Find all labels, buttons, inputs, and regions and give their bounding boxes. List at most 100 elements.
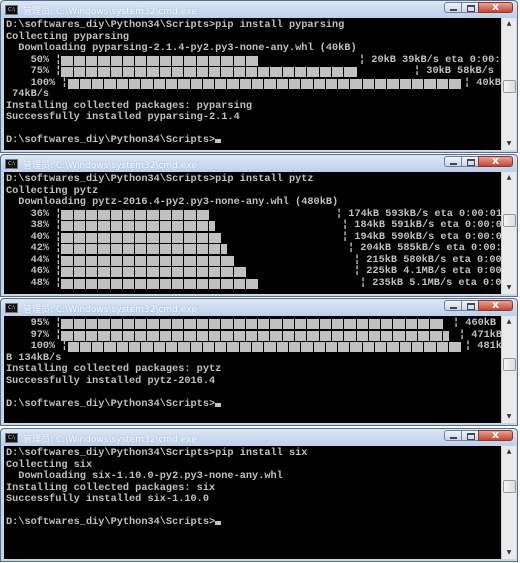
scroll-up-arrow-icon[interactable]: ▲ (502, 172, 516, 184)
block-separator (109, 244, 111, 254)
block-separator (232, 278, 234, 289)
progress-stats: ¦ 225kB 4.1MB/s eta 0:00 (354, 265, 501, 277)
scrollbar-thumb[interactable] (503, 358, 516, 371)
block-separator (128, 342, 129, 352)
block-separator (128, 78, 129, 89)
scroll-down-arrow-icon[interactable]: ▼ (502, 282, 516, 294)
block-separator (195, 255, 197, 266)
vertical-scrollbar[interactable]: ▲ ▼ (501, 446, 516, 559)
close-button[interactable] (478, 0, 513, 13)
block-separator (103, 78, 105, 89)
line-text: D:\softwares_diy\Python34\Scripts>pip in… (6, 19, 345, 31)
block-separator (171, 267, 173, 277)
progress-line: 38% ¦ ¦ 184kB 591kB/s eta 0:00:0 (6, 219, 501, 232)
scroll-up-arrow-icon[interactable]: ▲ (502, 18, 516, 30)
scrollbar-thumb[interactable] (503, 214, 516, 227)
progress-percent: 42% ¦ (6, 242, 62, 254)
console-output[interactable]: D:\softwares_diy\Python34\Scripts>pip in… (4, 18, 501, 150)
cmd-window: C:\ 管理员: C:\Windows\system32\cmd.exe D:\so… (0, 0, 518, 153)
block-separator (281, 330, 283, 341)
scrollbar-thumb[interactable] (503, 80, 516, 93)
console-output[interactable]: 95% ¦ ¦ 460kB 97% ¦ ¦ 471kB 100% ¦ ¦ 481k B … (4, 316, 501, 423)
line-text: Collecting pyparsing (6, 30, 130, 43)
title-bar[interactable]: C:\ 管理员: C:\Windows\system32\cmd.exe (1, 154, 517, 172)
title-bar[interactable]: C:\ 管理员: C:\Windows\system32\cmd.exe (1, 428, 517, 446)
maximize-button[interactable] (461, 430, 479, 441)
scroll-down-arrow-icon[interactable]: ▼ (502, 547, 516, 559)
progress-line: 46% ¦ ¦ 225kB 4.1MB/s eta 0:00 (6, 265, 501, 278)
block-separator (84, 232, 86, 243)
vertical-scrollbar[interactable]: ▲ ▼ (501, 18, 516, 150)
console-output[interactable]: D:\softwares_diy\Python34\Scripts>pip in… (4, 172, 501, 294)
close-button[interactable] (478, 154, 513, 167)
block-separator (72, 209, 74, 220)
block-separator (207, 255, 209, 266)
block-separator (72, 67, 74, 77)
block-separator (441, 330, 443, 341)
title-bar[interactable]: C:\ 管理员: C:\Windows\system32\cmd.exe (1, 298, 517, 316)
block-separator (78, 342, 80, 352)
cmd-icon: C:\ (5, 159, 18, 169)
close-button[interactable] (478, 428, 513, 441)
minimize-button[interactable] (444, 430, 462, 441)
progress-percent: 48% ¦ (6, 276, 62, 289)
block-separator (183, 319, 185, 329)
block-separator (171, 255, 173, 266)
progress-line: 95% ¦ ¦ 460kB (6, 317, 501, 330)
minimize-button[interactable] (444, 300, 462, 311)
block-separator (343, 330, 345, 341)
close-button[interactable] (478, 298, 513, 311)
block-separator (324, 342, 326, 352)
cmd-window: C:\ 管理员: C:\Windows\system32\cmd.exe 95% … (0, 298, 518, 426)
block-separator (337, 78, 339, 89)
vertical-scrollbar[interactable]: ▲ ▼ (501, 316, 516, 423)
block-separator (134, 67, 136, 77)
scroll-down-arrow-icon[interactable]: ▼ (502, 411, 516, 423)
maximize-button[interactable] (461, 300, 479, 311)
minimize-button[interactable] (444, 156, 462, 167)
block-separator (429, 330, 431, 341)
block-separator (220, 244, 222, 254)
block-separator (72, 232, 74, 243)
progress-line: 100% ¦ ¦ 481k (6, 340, 501, 353)
window-title: 管理员: C:\Windows\system32\cmd.exe (23, 435, 197, 445)
block-separator (410, 342, 412, 352)
block-separator (134, 278, 136, 289)
block-separator (306, 67, 308, 77)
line-text: D:\softwares_diy\Python34\Scripts> (6, 516, 216, 528)
line-text: Successfully installed pyparsing-2.1.4 (6, 111, 240, 123)
block-separator (146, 244, 148, 254)
line-text: Collecting pytz (6, 184, 99, 197)
title-bar[interactable]: C:\ 管理员: C:\Windows\system32\cmd.exe (1, 0, 517, 18)
block-separator (195, 209, 197, 220)
maximize-button[interactable] (461, 2, 479, 13)
scroll-up-arrow-icon[interactable]: ▲ (502, 316, 516, 328)
vertical-scrollbar[interactable]: ▲ ▼ (501, 172, 516, 294)
block-separator (134, 221, 136, 231)
console-output[interactable]: D:\softwares_diy\Python34\Scripts>pip in… (4, 446, 501, 559)
block-separator (171, 67, 173, 77)
block-separator (121, 55, 123, 66)
block-separator (404, 319, 406, 329)
progress-bar (61, 244, 228, 254)
scrollbar-thumb[interactable] (503, 480, 516, 493)
block-separator (91, 78, 93, 89)
line-text: Installing collected packages: six (6, 481, 216, 494)
progress-percent: 38% ¦ (6, 219, 62, 231)
progress-line: 42% ¦ ¦ 204kB 585kB/s eta 0:00: (6, 242, 501, 255)
block-separator (158, 255, 160, 266)
scroll-up-arrow-icon[interactable]: ▲ (502, 446, 516, 458)
progress-stats: ¦ 184kB 591kB/s eta 0:00:0 (342, 219, 501, 231)
scroll-down-arrow-icon[interactable]: ▼ (502, 138, 516, 150)
progress-line: 97% ¦ ¦ 471kB (6, 329, 501, 342)
minimize-button[interactable] (444, 2, 462, 13)
block-separator (269, 319, 271, 329)
block-separator (269, 330, 271, 341)
block-separator (121, 209, 123, 220)
maximize-button[interactable] (461, 156, 479, 167)
cmd-window: C:\ 管理员: C:\Windows\system32\cmd.exe D:\so… (0, 154, 518, 297)
block-separator (275, 342, 277, 352)
block-separator (183, 232, 185, 243)
window-title: 管理员: C:\Windows\system32\cmd.exe (23, 161, 197, 171)
line-text: B 134kB/s (6, 351, 62, 364)
